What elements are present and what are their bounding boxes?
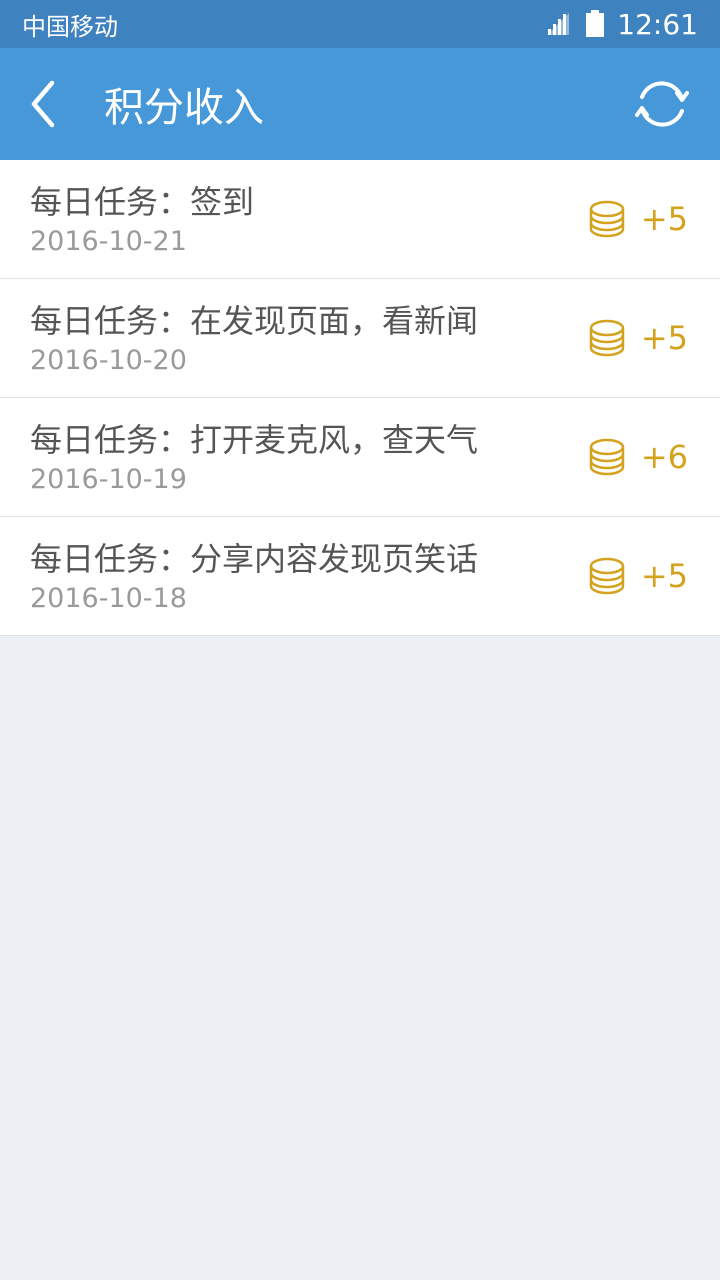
item-date: 2016-10-19 <box>30 464 187 495</box>
points-value: +6 <box>640 438 688 476</box>
item-text: 每日任务：签到 2016-10-21 <box>30 179 254 259</box>
status-bar: 中国移动 12:61 <box>0 0 720 48</box>
item-points: +6 <box>587 437 688 477</box>
item-title: 每日任务：在发现页面，看新闻 <box>30 302 479 340</box>
item-title: 每日任务：打开麦克风，查天气 <box>30 421 479 459</box>
item-date: 2016-10-18 <box>30 583 187 614</box>
refresh-icon <box>635 81 689 127</box>
coin-stack-icon <box>589 438 625 476</box>
points-income-list: 每日任务：签到 2016-10-21 +5 每日任务：在发现页面，看新闻 201… <box>0 160 720 636</box>
item-points: +5 <box>587 556 688 596</box>
item-date: 2016-10-20 <box>30 345 187 376</box>
points-value: +5 <box>640 557 688 595</box>
signal-icon <box>547 13 570 35</box>
carrier-name: 中国移动 <box>22 12 118 41</box>
points-value: +5 <box>640 200 688 238</box>
list-item[interactable]: 每日任务：分享内容发现页笑话 2016-10-18 +5 <box>0 517 720 636</box>
item-title: 每日任务：分享内容发现页笑话 <box>30 540 479 578</box>
item-points: +5 <box>587 318 688 358</box>
item-text: 每日任务：分享内容发现页笑话 2016-10-18 <box>30 536 478 616</box>
coin-stack-icon <box>589 557 625 595</box>
coin-stack-icon <box>589 319 625 357</box>
item-text: 每日任务：打开麦克风，查天气 2016-10-19 <box>30 417 478 497</box>
chevron-left-icon <box>31 80 55 128</box>
coin-stack-icon <box>589 200 625 238</box>
item-points: +5 <box>587 199 688 239</box>
item-title: 每日任务：签到 <box>30 183 255 221</box>
points-value: +5 <box>640 319 688 357</box>
item-text: 每日任务：在发现页面，看新闻 2016-10-20 <box>30 298 478 378</box>
app-bar: 积分收入 <box>0 48 720 160</box>
battery-icon <box>586 10 605 37</box>
status-icons: 12:61 <box>545 8 698 41</box>
back-button[interactable] <box>0 48 90 160</box>
list-item[interactable]: 每日任务：在发现页面，看新闻 2016-10-20 +5 <box>0 279 720 398</box>
page-title: 积分收入 <box>104 85 264 131</box>
list-item[interactable]: 每日任务：签到 2016-10-21 +5 <box>0 160 720 279</box>
clock: 12:61 <box>617 7 698 41</box>
list-item[interactable]: 每日任务：打开麦克风，查天气 2016-10-19 +6 <box>0 398 720 517</box>
item-date: 2016-10-21 <box>30 226 187 257</box>
refresh-button[interactable] <box>612 48 712 160</box>
